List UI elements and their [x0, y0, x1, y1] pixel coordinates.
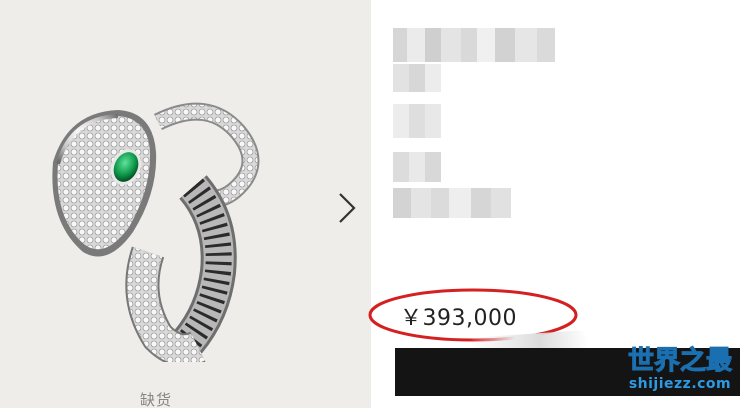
- product-image-panel: 缺货: [0, 0, 371, 408]
- censored-line-2: [393, 104, 441, 138]
- censored-line-3: [393, 152, 441, 182]
- censored-line-4: [393, 188, 511, 218]
- censored-subtitle: [393, 64, 441, 92]
- add-to-cart-button[interactable]: [395, 348, 740, 396]
- price-value: ￥393,000: [400, 306, 517, 331]
- stock-status-label: 缺货: [140, 391, 173, 408]
- product-image[interactable]: [38, 92, 278, 362]
- censored-title: [393, 28, 555, 62]
- chevron-right-icon[interactable]: [334, 188, 360, 228]
